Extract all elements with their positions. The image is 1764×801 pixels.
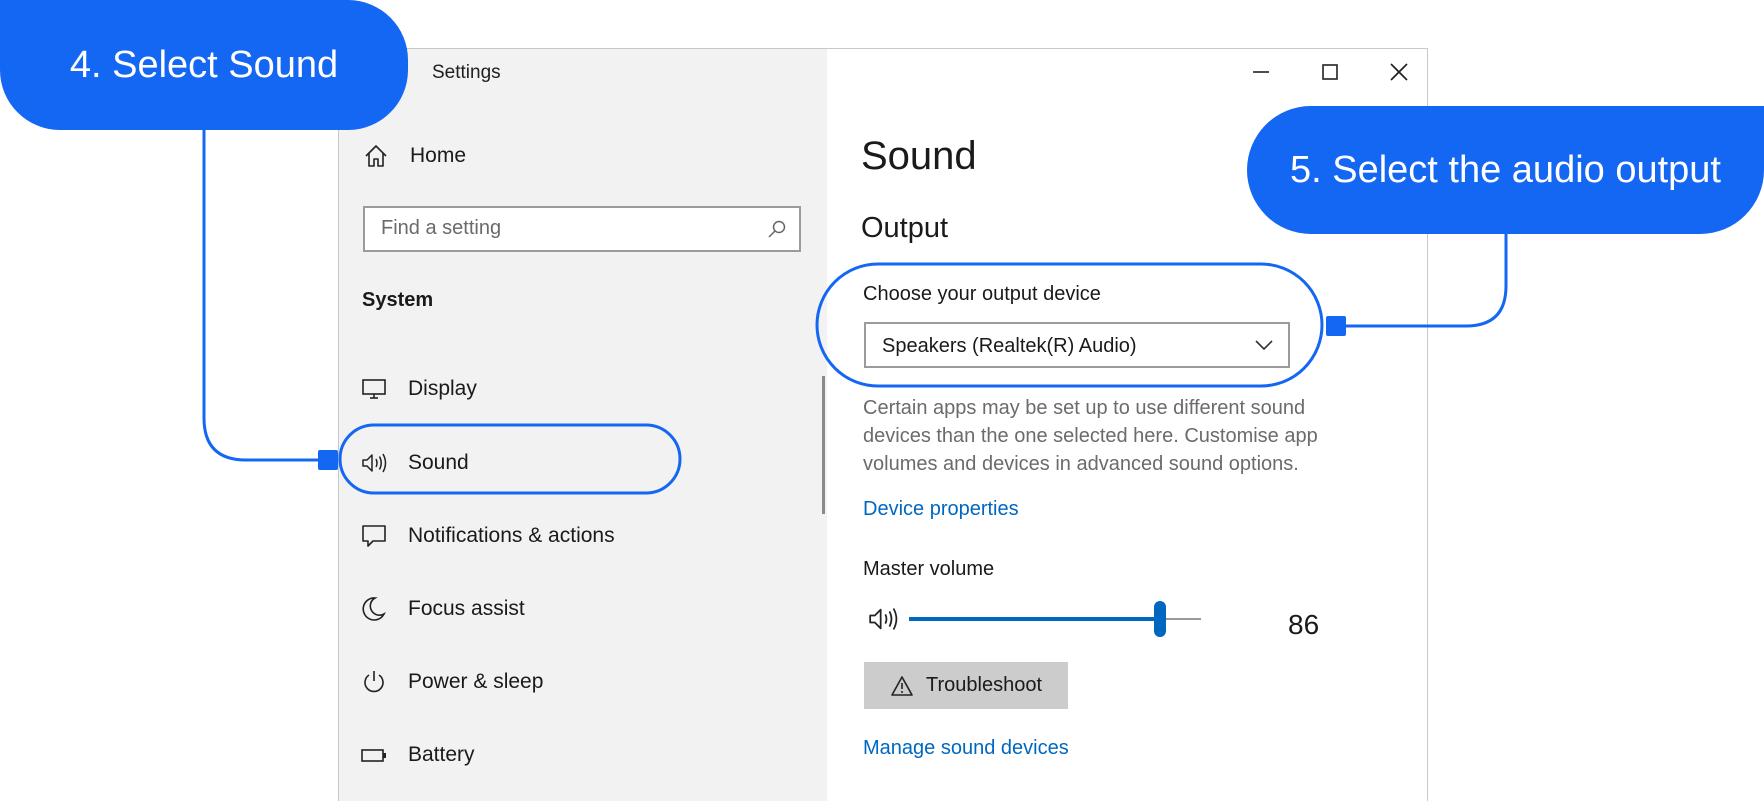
output-highlight-oval bbox=[815, 262, 1324, 388]
connector-anchor-output bbox=[1326, 316, 1346, 336]
connector-line-output bbox=[1338, 232, 1508, 328]
callout-select-sound: 4. Select Sound bbox=[0, 0, 408, 130]
callout-label: 5. Select the audio output bbox=[1290, 148, 1721, 191]
connector-anchor-sound bbox=[318, 450, 338, 470]
sound-highlight-oval bbox=[338, 423, 682, 495]
callout-select-audio-output: 5. Select the audio output bbox=[1247, 106, 1764, 234]
callout-label: 4. Select Sound bbox=[69, 43, 339, 86]
connector-line-sound bbox=[202, 130, 326, 462]
